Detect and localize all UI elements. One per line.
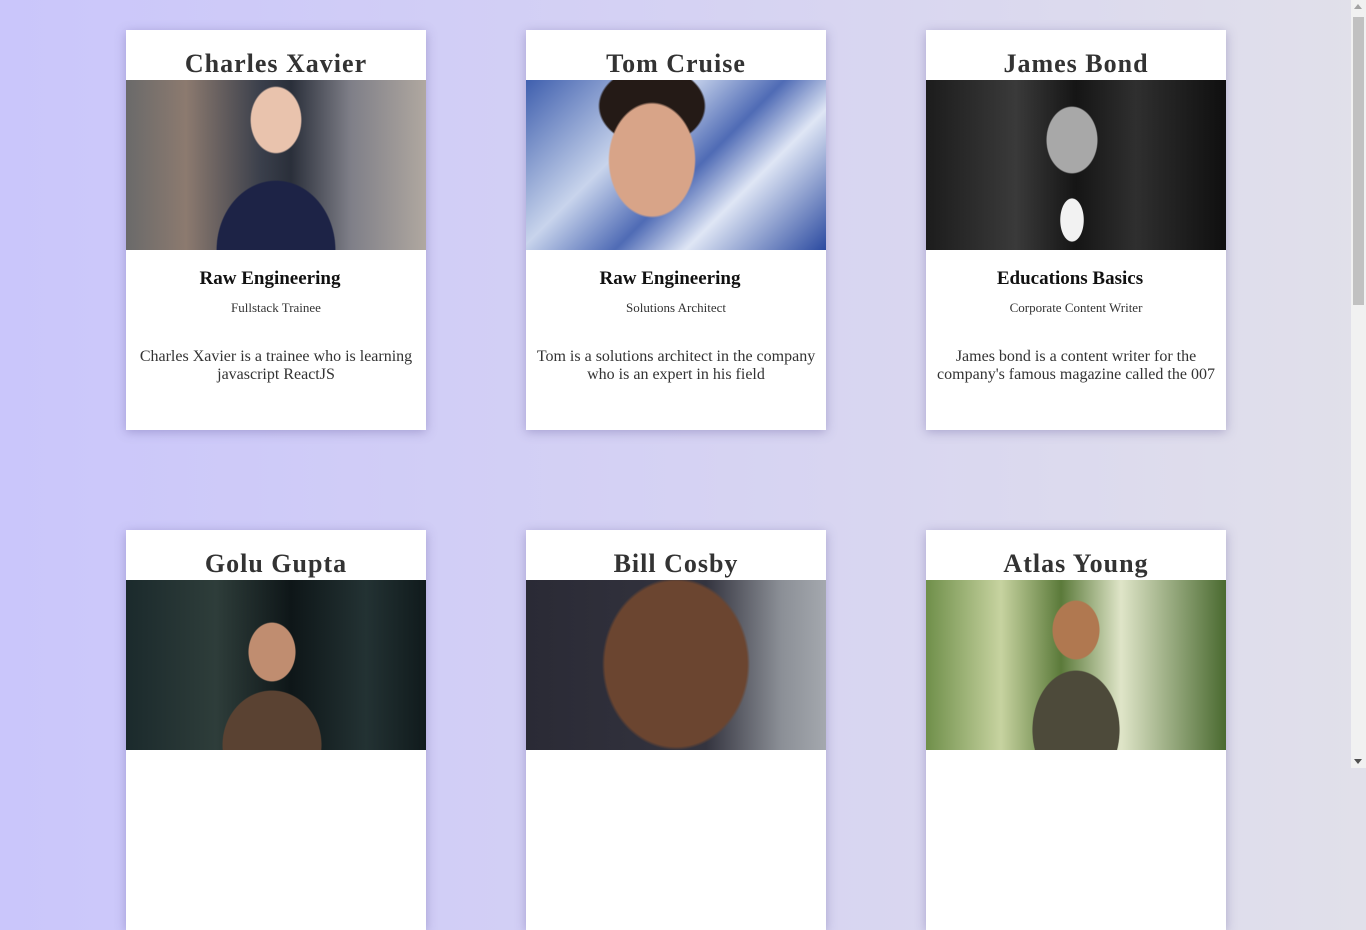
card-company: Raw Engineering [599,268,741,289]
scrollbar-thumb[interactable] [1353,17,1364,305]
scroll-up-arrow-icon[interactable] [1354,4,1362,9]
card-name: Bill Cosby [613,549,739,578]
profile-photo [926,80,1226,250]
profile-card: Charles Xavier Raw Engineering Fullstack… [126,30,426,430]
card-name: Atlas Young [1003,549,1149,578]
card-name: Tom Cruise [606,49,746,78]
profile-photo [926,580,1226,750]
profile-card: Tom Cruise Raw Engineering Solutions Arc… [526,30,826,430]
profile-card: James Bond Educations Basics Corporate C… [926,30,1226,430]
profile-card: Atlas Young [926,530,1226,930]
vertical-scrollbar[interactable] [1351,0,1366,768]
card-name: Charles Xavier [184,49,368,78]
card-description: Charles Xavier is a trainee who is learn… [139,348,413,383]
card-company: Raw Engineering [199,268,341,289]
card-name: Golu Gupta [204,549,348,578]
profile-photo [126,580,426,750]
profile-photo [526,580,826,750]
card-company: Educations Basics [996,268,1144,289]
card-role: Solutions Architect [625,300,727,315]
profile-card: Bill Cosby [526,530,826,930]
card-role: Fullstack Trainee [231,300,321,315]
card-role: Corporate Content Writer [1009,300,1143,315]
scroll-down-arrow-icon[interactable] [1354,759,1362,764]
profile-photo [526,80,826,250]
card-description: James bond is a content writer for the c… [937,348,1215,383]
profile-card: Golu Gupta [126,530,426,930]
card-name: James Bond [1003,49,1149,78]
profile-photo [126,80,426,250]
card-description: Tom is a solutions architect in the comp… [536,348,816,383]
